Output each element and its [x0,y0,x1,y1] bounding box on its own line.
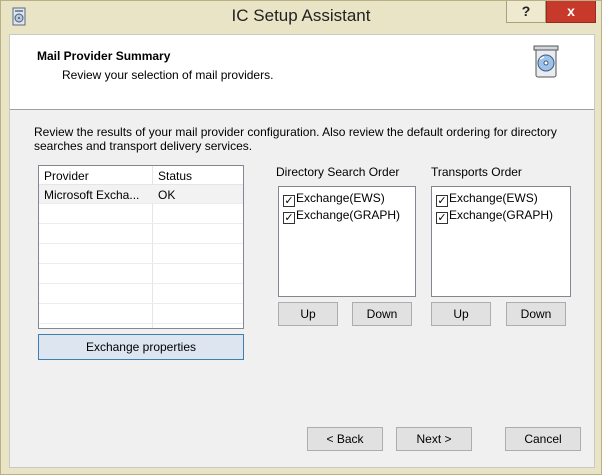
directory-item-ews[interactable]: ✓ Exchange(EWS) [283,191,385,207]
empty-row [39,265,243,284]
provider-list[interactable]: Provider Status Microsoft Excha... OK [38,165,244,329]
back-button[interactable]: < Back [307,427,383,451]
exchange-properties-button[interactable]: Exchange properties [38,334,244,360]
checkbox-dir-graph[interactable]: ✓ [283,212,295,224]
setup-window: IC Setup Assistant ? x Mail Provider Sum… [0,0,602,475]
directory-search-order-label: Directory Search Order [276,165,400,179]
provider-list-header: Provider Status [39,166,243,185]
page-subtitle: Review your selection of mail providers. [62,68,274,82]
checkbox-dir-ews[interactable]: ✓ [283,195,295,207]
transports-down-button[interactable]: Down [506,302,566,326]
description-text: Review the results of your mail provider… [34,125,557,153]
status-cell: OK [158,188,176,202]
transports-order-label: Transports Order [431,165,522,179]
transport-item-graph[interactable]: ✓ Exchange(GRAPH) [436,208,553,224]
trashcan-cd-icon [533,45,559,78]
transport-item-ews[interactable]: ✓ Exchange(EWS) [436,191,538,207]
empty-row [39,245,243,264]
help-button[interactable]: ? [506,1,546,23]
empty-row [39,205,243,224]
wizard-header: Mail Provider Summary Review your select… [10,35,594,110]
directory-item-graph[interactable]: ✓ Exchange(GRAPH) [283,208,400,224]
empty-row [39,285,243,304]
transports-order-list[interactable]: ✓ Exchange(EWS) ✓ Exchange(GRAPH) [431,186,571,297]
close-button[interactable]: x [546,1,596,23]
checkbox-tr-graph[interactable]: ✓ [436,212,448,224]
page-title: Mail Provider Summary [37,49,171,63]
cancel-button[interactable]: Cancel [505,427,581,451]
wizard-client-area: Mail Provider Summary Review your select… [9,34,595,468]
item-label: Exchange(EWS) [296,191,385,205]
item-label: Exchange(GRAPH) [296,208,401,222]
title-bar[interactable]: IC Setup Assistant ? x [1,1,601,34]
column-header-status[interactable]: Status [158,169,192,183]
checkbox-tr-ews[interactable]: ✓ [436,195,448,207]
empty-row [39,305,243,324]
next-button[interactable]: Next > [396,427,472,451]
directory-down-button[interactable]: Down [352,302,412,326]
item-label: Exchange(EWS) [449,191,538,205]
item-label: Exchange(GRAPH) [449,208,554,222]
transports-up-button[interactable]: Up [431,302,491,326]
table-row[interactable]: Microsoft Excha... OK [39,185,243,204]
directory-up-button[interactable]: Up [278,302,338,326]
provider-cell: Microsoft Excha... [44,188,140,202]
empty-row [39,225,243,244]
directory-search-order-list[interactable]: ✓ Exchange(EWS) ✓ Exchange(GRAPH) [278,186,416,297]
column-header-provider[interactable]: Provider [44,169,89,183]
